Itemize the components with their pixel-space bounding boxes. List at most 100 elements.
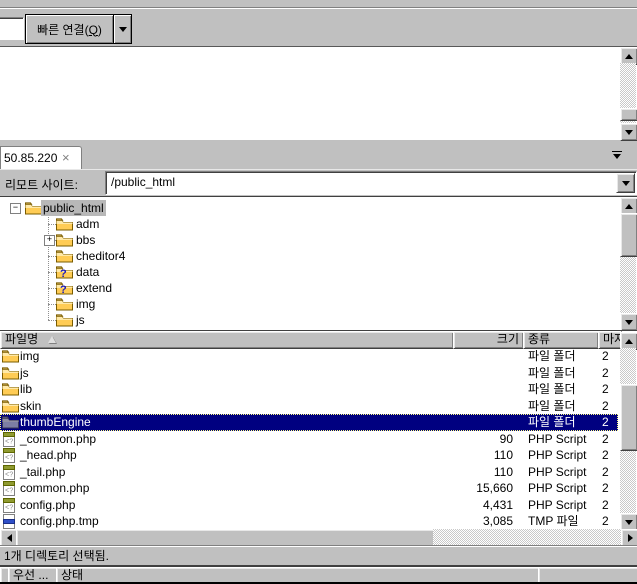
tree-item-data[interactable]: ?data — [0, 264, 618, 280]
remote-site-combobox[interactable]: /public_html — [105, 171, 637, 195]
tab-close-icon[interactable]: × — [62, 150, 70, 165]
svg-text:<?: <? — [5, 455, 13, 463]
file-row-_tail.php[interactable]: <?_tail.php110PHP Script2 — [0, 464, 618, 481]
file-list-hscrollbar[interactable] — [0, 529, 637, 545]
tree-item-adm[interactable]: adm — [0, 216, 618, 232]
folder-icon — [56, 297, 73, 311]
file-list-vscrollbar[interactable] — [620, 332, 636, 529]
folder-question-icon: ? — [56, 281, 73, 295]
remote-site-dropdown-button[interactable] — [616, 173, 635, 193]
toolbar-separator — [0, 7, 637, 9]
file-row-config.php.tmp[interactable]: config.php.tmp3,085TMP 파일2 — [0, 513, 618, 529]
file-row-lib[interactable]: lib파일 폴더2 — [0, 381, 618, 398]
file-name: img — [20, 348, 39, 365]
file-row-js[interactable]: js파일 폴더2 — [0, 365, 618, 382]
tree-item-img[interactable]: img — [0, 296, 618, 312]
port-input[interactable] — [0, 17, 24, 40]
plus-expander-icon[interactable]: + — [44, 235, 55, 246]
remote-site-label: 리모트 사이트: — [5, 176, 78, 193]
quick-connect-label: 빠른 연결(Q) — [37, 21, 102, 38]
file-modified: 2 — [602, 497, 618, 514]
arrow-down-icon — [625, 320, 633, 325]
arrow-up-icon — [625, 204, 633, 209]
chevron-down-icon — [622, 181, 630, 186]
scroll-down-button[interactable] — [620, 313, 637, 331]
file-type: 파일 폴더 — [528, 414, 576, 431]
folder-question-icon: ? — [56, 265, 73, 279]
file-size: 4,431 — [445, 497, 513, 514]
tree-item-label: bbs — [74, 232, 97, 248]
file-row-skin[interactable]: skin파일 폴더2 — [0, 398, 618, 415]
tree-connector-stub — [48, 272, 56, 273]
file-modified: 2 — [602, 381, 618, 398]
column-header-label: 종류 — [528, 332, 550, 346]
scrollbar-track[interactable] — [433, 529, 621, 545]
folder-icon — [56, 233, 73, 247]
file-modified: 2 — [602, 431, 618, 448]
folder-icon — [56, 313, 73, 327]
tab-list-dropdown-icon[interactable] — [612, 151, 622, 159]
column-header-name[interactable]: 파일명 — [0, 331, 454, 349]
file-modified: 2 — [602, 464, 618, 481]
file-type: PHP Script — [528, 464, 586, 481]
tree-item-label: js — [74, 312, 87, 328]
file-row-img[interactable]: img파일 폴더2 — [0, 348, 618, 365]
file-row-_common.php[interactable]: <?_common.php90PHP Script2 — [0, 431, 618, 448]
file-row-thumbEngine[interactable]: thumbEngine파일 폴더2 — [0, 414, 618, 431]
tree-item-label: extend — [74, 280, 114, 296]
file-modified: 2 — [602, 365, 618, 382]
quick-connect-dropdown-button[interactable] — [113, 14, 132, 44]
arrow-up-icon — [625, 54, 633, 59]
file-type: PHP Script — [528, 480, 586, 497]
remote-file-list: 파일명크기종류마지막 수정 img파일 폴더2js파일 폴더2lib파일 폴더2… — [0, 330, 637, 546]
file-type: PHP Script — [528, 447, 586, 464]
column-header-label: 크기 — [497, 332, 519, 346]
folder-icon — [2, 349, 19, 364]
remote-site-path: /public_html — [111, 175, 175, 189]
scrollbar-thumb[interactable] — [620, 213, 637, 257]
tree-connector-stub — [48, 304, 56, 305]
tree-item-label: public_html — [41, 200, 106, 216]
folder-icon — [56, 249, 73, 263]
tree-item-cheditor4[interactable]: cheditor4 — [0, 248, 618, 264]
tree-scrollbar[interactable] — [620, 197, 636, 329]
folder-icon — [56, 217, 73, 231]
scrollbar-thumb[interactable] — [620, 384, 637, 451]
tree-item-js[interactable]: js — [0, 312, 618, 328]
selection-status-bar: 1개 디렉토리 선택됨. — [0, 545, 637, 566]
php-file-icon: <? — [2, 481, 19, 496]
quick-connect-button[interactable]: 빠른 연결(Q) — [25, 14, 114, 44]
minus-expander-icon[interactable]: − — [10, 203, 21, 214]
file-name: lib — [20, 381, 32, 398]
tree-item-public_html[interactable]: − public_html — [0, 200, 618, 216]
sort-ascending-icon — [48, 336, 56, 343]
message-log-scrollbar[interactable] — [620, 47, 636, 139]
column-header-size[interactable]: 크기 — [453, 331, 524, 349]
php-file-icon: <? — [2, 465, 19, 480]
column-header-type[interactable]: 종류 — [523, 331, 599, 349]
transfer-queue-header: 우선 ... 상태 — [0, 567, 637, 582]
server-tab[interactable]: 50.85.220 × — [0, 146, 82, 170]
folder-icon — [25, 201, 42, 215]
file-type: PHP Script — [528, 497, 586, 514]
scrollbar-thumb[interactable] — [620, 108, 637, 121]
tree-connector-stub — [48, 288, 56, 289]
arrow-up-icon — [625, 339, 633, 344]
tree-item-bbs[interactable]: + bbs — [0, 232, 618, 248]
tab-list-bar — [612, 151, 622, 152]
arrow-down-icon — [625, 130, 633, 135]
scroll-down-button[interactable] — [620, 123, 637, 141]
column-header-modified[interactable]: 마지막 수정 — [598, 331, 622, 349]
file-name: _common.php — [20, 431, 96, 448]
file-row-_head.php[interactable]: <?_head.php110PHP Script2 — [0, 447, 618, 464]
file-row-common.php[interactable]: <?common.php15,660PHP Script2 — [0, 480, 618, 497]
tree-item-extend[interactable]: ?extend — [0, 280, 618, 296]
file-name: _head.php — [20, 447, 77, 464]
file-row-config.php[interactable]: <?config.php4,431PHP Script2 — [0, 497, 618, 514]
file-type: 파일 폴더 — [528, 365, 576, 382]
file-name: config.php — [20, 497, 75, 514]
file-modified: 2 — [602, 414, 618, 431]
folder-icon — [2, 399, 19, 414]
file-list-rows: img파일 폴더2js파일 폴더2lib파일 폴더2skin파일 폴더2thum… — [0, 348, 620, 529]
server-tab-label: 50.85.220 — [4, 151, 57, 165]
